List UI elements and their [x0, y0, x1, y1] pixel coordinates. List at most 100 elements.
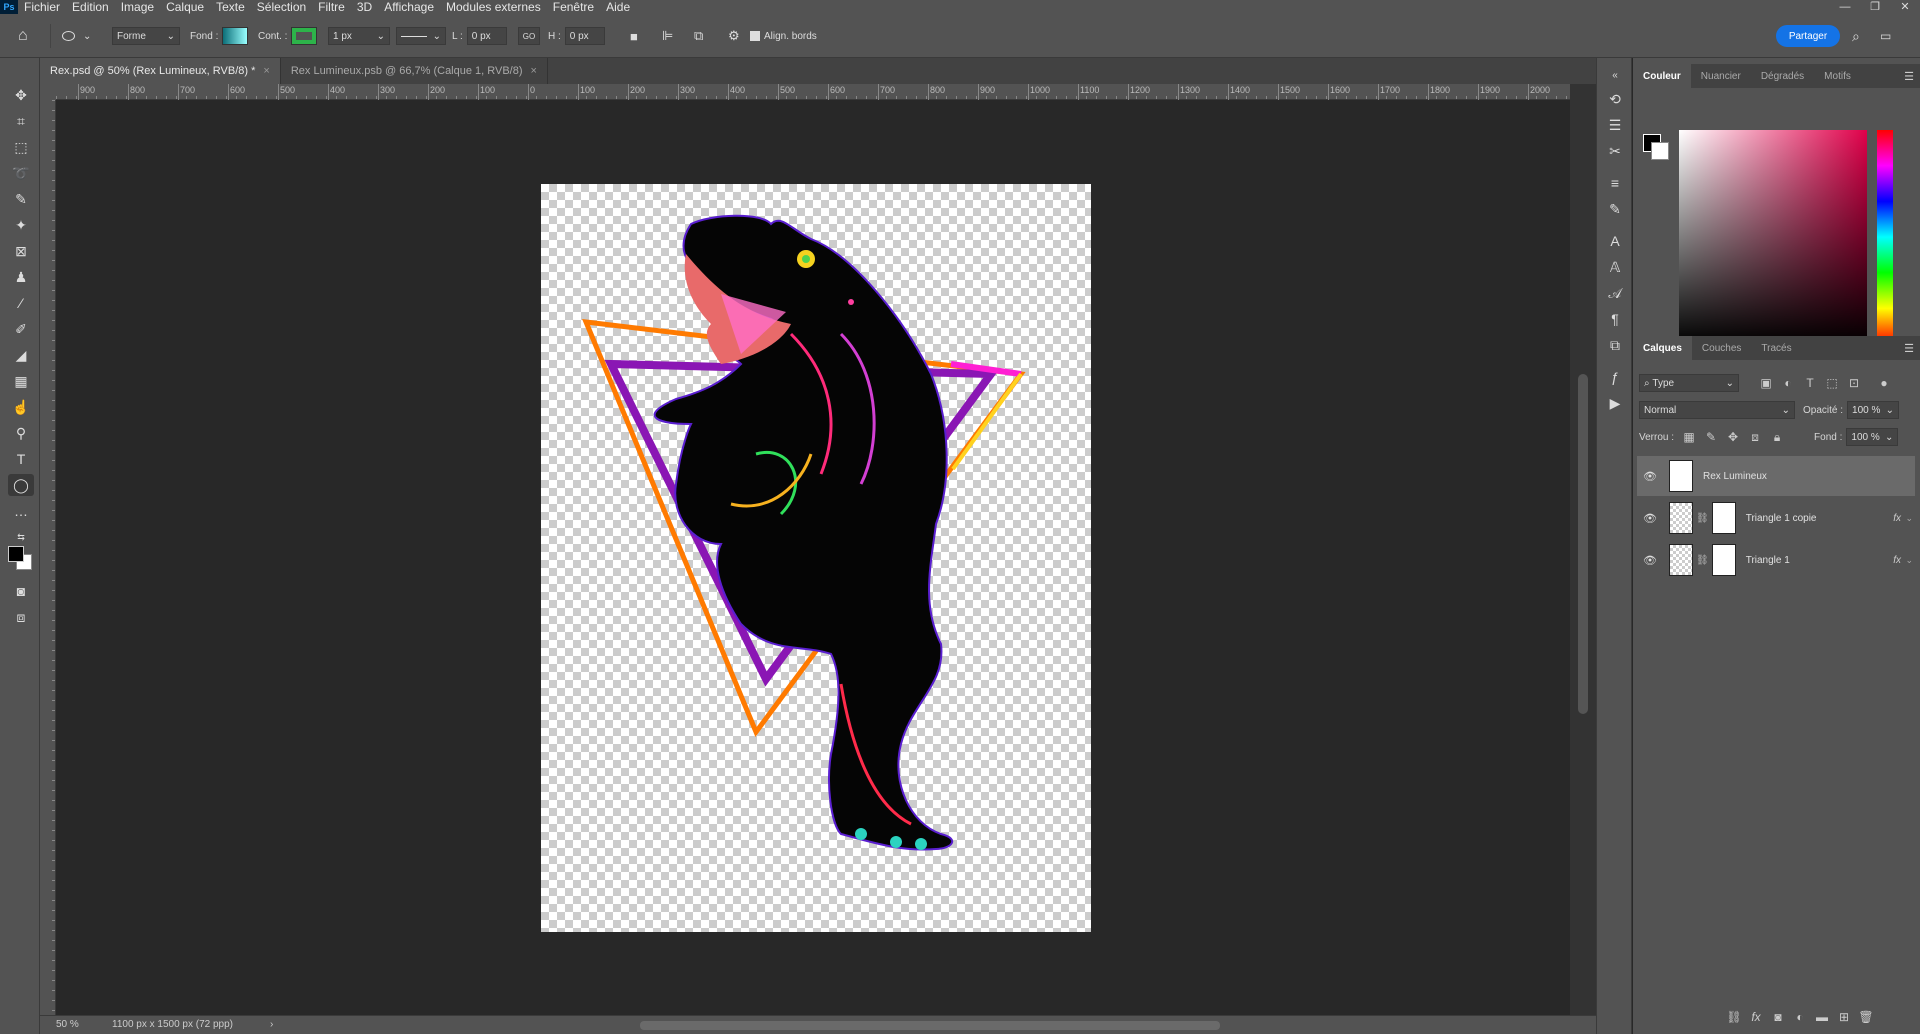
- eye-icon[interactable]: 👁︎: [1637, 554, 1663, 567]
- tab-nuancier[interactable]: Nuancier: [1691, 64, 1751, 88]
- panel-menu-icon[interactable]: ☰: [1904, 70, 1914, 83]
- lock-all-icon[interactable]: 🔒︎: [1766, 430, 1788, 445]
- path-operations-icon[interactable]: ■: [630, 27, 638, 45]
- filter-type-icon[interactable]: T: [1799, 376, 1821, 390]
- gear-icon[interactable]: ⚙: [728, 27, 740, 45]
- close-button[interactable]: ✕: [1890, 0, 1920, 14]
- layer-triangle-1-copie[interactable]: 👁︎ ⛓︎ Triangle 1 copie fx ⌄: [1637, 498, 1915, 538]
- quick-selection-tool-icon[interactable]: ✎: [8, 188, 34, 210]
- filter-smart-object-icon[interactable]: ⊡: [1843, 376, 1865, 390]
- chevron-down-icon[interactable]: ⌄: [1905, 555, 1913, 566]
- hue-slider[interactable]: [1877, 130, 1893, 344]
- tool-presets-icon[interactable]: ✂: [1602, 140, 1628, 162]
- type-tool-icon[interactable]: T: [8, 448, 34, 470]
- layer-mask-thumbnail[interactable]: [1711, 544, 1736, 576]
- search-icon[interactable]: ⌕: [1852, 27, 1860, 45]
- fill-input[interactable]: 100 % ⌄: [1846, 428, 1899, 446]
- eye-icon[interactable]: 👁︎: [1637, 470, 1663, 483]
- share-button[interactable]: Partager: [1776, 25, 1840, 47]
- path-arrangement-icon[interactable]: ⧉: [694, 27, 703, 45]
- menu-filtre[interactable]: Filtre: [312, 0, 351, 14]
- vertical-scrollbar[interactable]: [1570, 84, 1596, 1015]
- fill-swatch[interactable]: [222, 27, 249, 45]
- horizontal-scrollbar-thumb[interactable]: [640, 1021, 1220, 1030]
- move-tool-icon[interactable]: ✥: [8, 84, 34, 106]
- color-picker-field[interactable]: [1679, 130, 1867, 344]
- menu-modules-externes[interactable]: Modules externes: [440, 0, 547, 14]
- menu-affichage[interactable]: Affichage: [378, 0, 440, 14]
- eraser-tool-icon[interactable]: ◢: [8, 344, 34, 366]
- crop-tool-icon[interactable]: ⌗: [8, 110, 34, 132]
- stroke-width-select[interactable]: 1 px ⌄: [328, 27, 390, 45]
- new-layer-icon[interactable]: ⊞: [1833, 1010, 1855, 1024]
- fx-icon[interactable]: fx: [1893, 555, 1901, 566]
- chain-link-icon[interactable]: ⛓︎: [1696, 513, 1709, 524]
- scroll-thumb[interactable]: [1578, 374, 1588, 714]
- minimize-button[interactable]: —: [1830, 0, 1860, 14]
- blend-mode-select[interactable]: Normal ⌄: [1639, 401, 1795, 419]
- opacity-input[interactable]: 100 % ⌄: [1847, 401, 1900, 419]
- brush-settings-icon[interactable]: ✎: [1602, 198, 1628, 220]
- tab-couches[interactable]: Couches: [1692, 336, 1751, 360]
- restore-button[interactable]: ❐: [1860, 0, 1890, 14]
- glyphs-icon[interactable]: 𝒜: [1602, 282, 1628, 304]
- menu-calque[interactable]: Calque: [160, 0, 210, 14]
- home-icon[interactable]: ⌂: [18, 27, 28, 45]
- fx-icon[interactable]: fx: [1745, 1010, 1767, 1024]
- menu-image[interactable]: Image: [115, 0, 160, 14]
- width-input[interactable]: 0 px: [466, 27, 507, 45]
- frame-tool-icon[interactable]: ⊠: [8, 240, 34, 262]
- align-edges-checkbox[interactable]: [750, 31, 760, 41]
- more-tools-icon[interactable]: …: [8, 500, 34, 522]
- screen-mode-icon[interactable]: ⧈: [8, 606, 34, 628]
- tab-rex-lumineux-psb[interactable]: Rex Lumineux.psb @ 66,7% (Calque 1, RVB/…: [281, 58, 548, 84]
- shape-mode-select[interactable]: Forme ⌄: [112, 27, 180, 45]
- lock-artboard-icon[interactable]: ⧈: [1744, 430, 1766, 445]
- workspace-icon[interactable]: ▭: [1880, 27, 1891, 45]
- close-icon[interactable]: ×: [531, 65, 537, 77]
- height-input[interactable]: 0 px: [564, 27, 605, 45]
- filter-toggle-icon[interactable]: ●: [1873, 376, 1895, 390]
- eyedropper-tool-icon[interactable]: ⁄: [8, 292, 34, 314]
- panel-menu-icon[interactable]: ☰: [1904, 342, 1914, 355]
- paragraph-styles-icon[interactable]: ⧉: [1602, 334, 1628, 356]
- marquee-tool-icon[interactable]: ⬚: [8, 136, 34, 158]
- dodge-tool-icon[interactable]: ⚲: [8, 422, 34, 444]
- menu-texte[interactable]: Texte: [210, 0, 251, 14]
- zoom-level[interactable]: 50 %: [56, 1019, 79, 1030]
- filter-adjustment-icon[interactable]: ◐: [1777, 376, 1799, 390]
- link-icon[interactable]: ⛓︎: [1723, 1010, 1745, 1024]
- layer-filter-select[interactable]: ⌕ Type ⌄: [1639, 374, 1739, 392]
- tab-calques[interactable]: Calques: [1633, 336, 1692, 360]
- adjustment-icon[interactable]: ◐: [1789, 1010, 1811, 1024]
- default-colors-icon[interactable]: ⇆: [8, 526, 34, 548]
- close-icon[interactable]: ×: [263, 65, 269, 77]
- menu-aide[interactable]: Aide: [600, 0, 636, 14]
- quick-mask-icon[interactable]: ◙: [8, 580, 34, 602]
- stroke-type-select[interactable]: ⌄: [396, 27, 446, 45]
- foreground-color-swatch[interactable]: [8, 546, 24, 562]
- layer-mask-thumbnail[interactable]: [1711, 502, 1736, 534]
- lasso-tool-icon[interactable]: ➰: [8, 162, 34, 184]
- smudge-tool-icon[interactable]: ☝: [8, 396, 34, 418]
- character-styles-icon[interactable]: 𝔸: [1602, 256, 1628, 278]
- stamp-tool-icon[interactable]: ♟: [8, 266, 34, 288]
- layer-rex-lumineux[interactable]: 👁︎ Rex Lumineux: [1637, 456, 1915, 496]
- tab-motifs[interactable]: Motifs: [1814, 64, 1861, 88]
- stroke-swatch[interactable]: [291, 27, 318, 45]
- trash-icon[interactable]: 🗑︎: [1855, 1010, 1877, 1024]
- link-dimensions-button[interactable]: GO: [518, 27, 540, 45]
- tab-traces[interactable]: Tracés: [1751, 336, 1801, 360]
- brush-tool-icon[interactable]: ✐: [8, 318, 34, 340]
- filter-shape-icon[interactable]: ⬚: [1821, 376, 1843, 390]
- menu-3d[interactable]: 3D: [351, 0, 378, 14]
- ellipse-tool-icon[interactable]: ◯: [8, 474, 34, 496]
- chevron-down-icon[interactable]: ⌄: [1905, 513, 1913, 524]
- filter-pixel-icon[interactable]: ▣: [1755, 376, 1777, 390]
- tab-degrades[interactable]: Dégradés: [1751, 64, 1814, 88]
- tab-rex-psd[interactable]: Rex.psd @ 50% (Rex Lumineux, RVB/8) * ×: [40, 58, 281, 84]
- history-icon[interactable]: ⟲: [1602, 88, 1628, 110]
- status-arrow-icon[interactable]: ›: [270, 1019, 273, 1030]
- lock-pixels-icon[interactable]: ✎: [1700, 430, 1722, 444]
- lock-transparency-icon[interactable]: ▦: [1678, 430, 1700, 444]
